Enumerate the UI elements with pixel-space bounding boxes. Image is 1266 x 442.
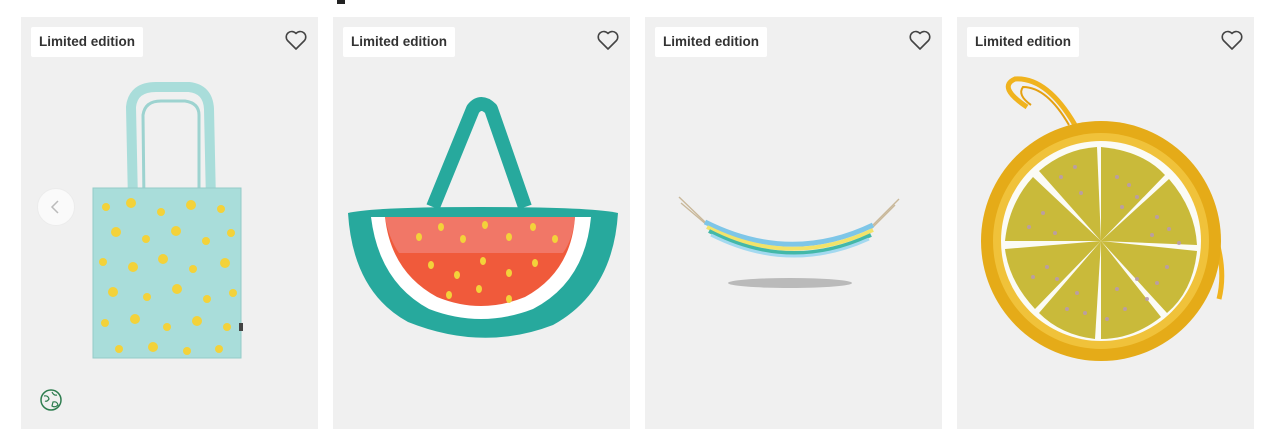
heart-outline-icon[interactable]	[596, 29, 620, 51]
product-image-lemon-purse[interactable]	[957, 17, 1254, 429]
product-image-hammock[interactable]	[645, 17, 942, 429]
product-image-watermelon-bag[interactable]	[333, 17, 630, 429]
limited-edition-badge: Limited edition	[967, 27, 1079, 57]
top-divider-fragment	[337, 0, 345, 4]
globe-leaf-icon	[40, 389, 62, 411]
limited-edition-badge: Limited edition	[31, 27, 143, 57]
product-card-watermelon-bag[interactable]: Limited edition	[333, 17, 630, 429]
chevron-left-icon	[50, 200, 59, 214]
limited-edition-badge: Limited edition	[343, 27, 455, 57]
limited-edition-badge: Limited edition	[655, 27, 767, 57]
product-card-hammock[interactable]: Limited edition	[645, 17, 942, 429]
product-card-lemon-purse[interactable]: Limited edition	[957, 17, 1254, 429]
heart-outline-icon[interactable]	[908, 29, 932, 51]
heart-outline-icon[interactable]	[284, 29, 308, 51]
heart-outline-icon[interactable]	[1220, 29, 1244, 51]
product-card-pineapple-tote[interactable]: Limited edition	[21, 17, 318, 429]
carousel-prev-button[interactable]	[37, 188, 75, 226]
